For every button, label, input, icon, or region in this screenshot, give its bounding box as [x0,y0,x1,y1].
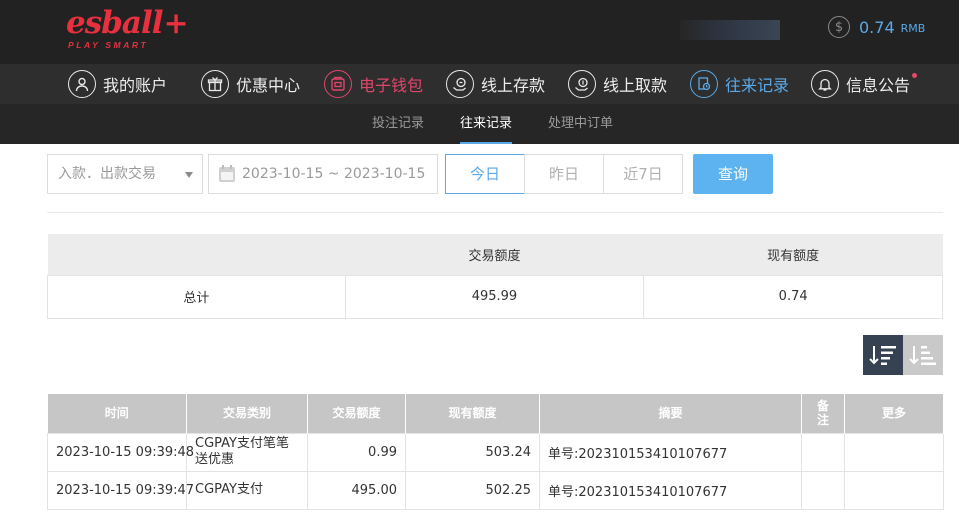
cell-time: 2023-10-15 09:39:47 [47,470,194,510]
balance-amount: 0.74 [859,17,895,37]
summary-header-amount: 交易额度 [345,234,644,275]
tab-transaction-records[interactable]: 往来记录 [460,104,513,144]
nav-label: 信息公告 [846,76,911,95]
nav-item-e-wallet[interactable]: 电子钱包 [324,69,423,99]
gift-icon [201,70,229,98]
nav-label: 往来记录 [725,76,790,95]
active-tab-underline [460,142,513,144]
summary-total-label: 总计 [47,274,346,319]
nav-item-online-withdrawal[interactable]: 线上取款 [568,69,667,99]
summary-row: 总计 495.99 0.74 [47,274,943,319]
tab-label: 往来记录 [460,116,513,131]
nav-item-online-deposit[interactable]: 线上存款 [446,69,545,99]
col-header-summary: 摘要 [539,394,802,433]
cell-balance: 502.25 [405,470,540,510]
col-header-type: 交易类别 [186,394,308,433]
cell-balance: 503.24 [405,432,540,472]
cell-type: CGPAY支付 [186,470,308,510]
col-header-balance: 现有额度 [405,394,540,433]
summary-header-row: 交易额度 现有额度 [47,234,943,275]
sort-asc-icon [909,346,936,365]
sort-descending-button[interactable] [863,335,903,375]
table-row: 2023-10-15 09:39:48 CGPAY支付笔笔送优惠 0.99 50… [47,432,944,472]
cell-amount: 0.99 [307,432,406,472]
nav-label: 我的账户 [103,76,168,95]
sort-desc-icon [869,346,896,365]
today-button[interactable]: 今日 [445,154,525,194]
cell-type: CGPAY支付笔笔送优惠 [186,432,308,472]
esball-logo[interactable]: esball+ PLAY SMART [66,5,189,52]
nav-label: 线上取款 [603,76,668,95]
cell-amount: 495.00 [307,470,406,510]
deposit-icon [446,70,474,98]
logo-plus: + [163,6,189,41]
bell-icon [811,70,839,98]
nav-label: 电子钱包 [359,76,424,95]
sort-toggle [863,335,943,375]
calendar-icon [219,165,235,182]
cell-remark [801,470,845,510]
nav-item-announcements[interactable]: 信息公告 [811,69,918,99]
tab-bet-records[interactable]: 投注记录 [372,104,424,144]
select-value: 入款．出款交易 [58,166,156,182]
summary-total-amount: 495.99 [344,274,645,319]
cell-summary: 单号:202310153410107677 [539,470,802,510]
col-header-more: 更多 [844,394,944,433]
summary-total-balance: 0.74 [643,274,943,319]
transaction-type-select[interactable]: 入款．出款交易 [47,154,203,194]
divider [47,212,943,213]
nav-label: 优惠中心 [236,76,301,95]
summary-table: 交易额度 现有额度 总计 495.99 0.74 [47,234,943,319]
sub-nav: 投注记录 往来记录 处理中订单 [0,104,959,144]
dollar-icon: $ [828,16,850,38]
cell-time: 2023-10-15 09:39:48 [47,432,194,472]
summary-header-empty [47,234,346,275]
cell-summary: 单号:202310153410107677 [539,432,802,472]
balance-currency: RMB [900,22,926,35]
col-header-remark: 备注 [801,394,845,433]
date-range-value: 2023-10-15 ~ 2023-10-15 [242,166,426,182]
table-row: 2023-10-15 09:39:47 CGPAY支付 495.00 502.2… [47,470,944,510]
user-icon [68,70,96,98]
cell-remark [801,432,845,472]
tab-pending-orders[interactable]: 处理中订单 [548,104,613,144]
notification-dot [912,73,918,78]
nav-item-promotions[interactable]: 优惠中心 [201,69,300,99]
nav-label: 线上存款 [481,76,546,95]
top-bar: esball+ PLAY SMART $ 0.74 RMB [0,0,959,64]
col-header-time: 时间 [47,394,187,433]
logo-text: esball [66,5,163,41]
records-icon [690,70,718,98]
records-header-row: 时间 交易类别 交易额度 现有额度 摘要 备注 更多 [47,394,944,433]
withdraw-icon [568,70,596,98]
cell-more[interactable] [844,432,944,472]
query-button[interactable]: 查询 [693,154,773,194]
summary-header-balance: 现有额度 [643,234,943,275]
last-7-days-button[interactable]: 近7日 [603,154,683,194]
yesterday-button[interactable]: 昨日 [524,154,604,194]
wallet-icon [324,70,352,98]
records-table: 时间 交易类别 交易额度 现有额度 摘要 备注 更多 2023-10-15 09… [47,394,944,510]
main-nav: 我的账户 优惠中心 电子钱包 线上存款 线上取款 往来记录 信息公告 [0,64,959,104]
nav-item-transaction-records[interactable]: 往来记录 [690,69,789,99]
balance-display: $ 0.74 RMB [828,15,925,39]
date-range-input[interactable]: 2023-10-15 ~ 2023-10-15 [208,154,438,194]
caret-down-icon [185,172,193,178]
logo-tagline: PLAY SMART [68,40,149,50]
cell-more[interactable] [844,470,944,510]
col-header-amount: 交易额度 [307,394,406,433]
masked-username [680,20,780,40]
nav-item-my-account[interactable]: 我的账户 [68,69,167,99]
sort-ascending-button[interactable] [903,335,943,375]
